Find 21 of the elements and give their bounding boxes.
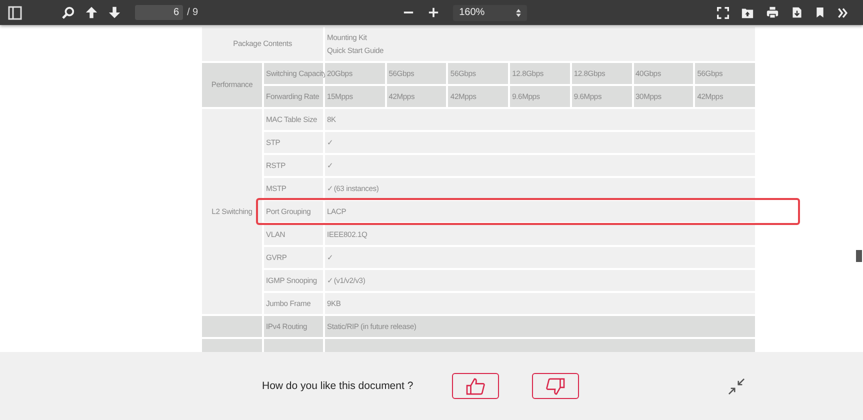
sidebar-toggle-icon[interactable] bbox=[8, 6, 22, 20]
bookmark-icon[interactable] bbox=[815, 6, 825, 19]
arrow-up-icon[interactable] bbox=[85, 6, 98, 19]
double-chevron-icon[interactable] bbox=[837, 6, 849, 18]
zoom-select[interactable]: 160% bbox=[453, 4, 528, 20]
zoom-in-icon[interactable] bbox=[428, 7, 440, 18]
print-icon[interactable] bbox=[766, 6, 779, 19]
open-folder-icon[interactable] bbox=[741, 6, 754, 19]
fullscreen-icon[interactable] bbox=[717, 6, 729, 18]
thumbs-down-button[interactable] bbox=[532, 373, 579, 399]
arrow-down-icon[interactable] bbox=[108, 6, 121, 19]
updown-caret-icon bbox=[516, 8, 522, 16]
page-number-field[interactable]: 6 bbox=[135, 5, 183, 20]
download-icon[interactable] bbox=[791, 6, 803, 19]
search-icon[interactable] bbox=[62, 6, 75, 19]
feedback-question: How do you like this document ? bbox=[262, 380, 414, 392]
thumbs-down-icon bbox=[546, 378, 565, 394]
thumbs-up-button[interactable] bbox=[452, 373, 499, 399]
thumbs-up-icon bbox=[466, 378, 485, 394]
collapse-icon[interactable] bbox=[728, 378, 745, 394]
page-count: / 9 bbox=[187, 7, 198, 18]
